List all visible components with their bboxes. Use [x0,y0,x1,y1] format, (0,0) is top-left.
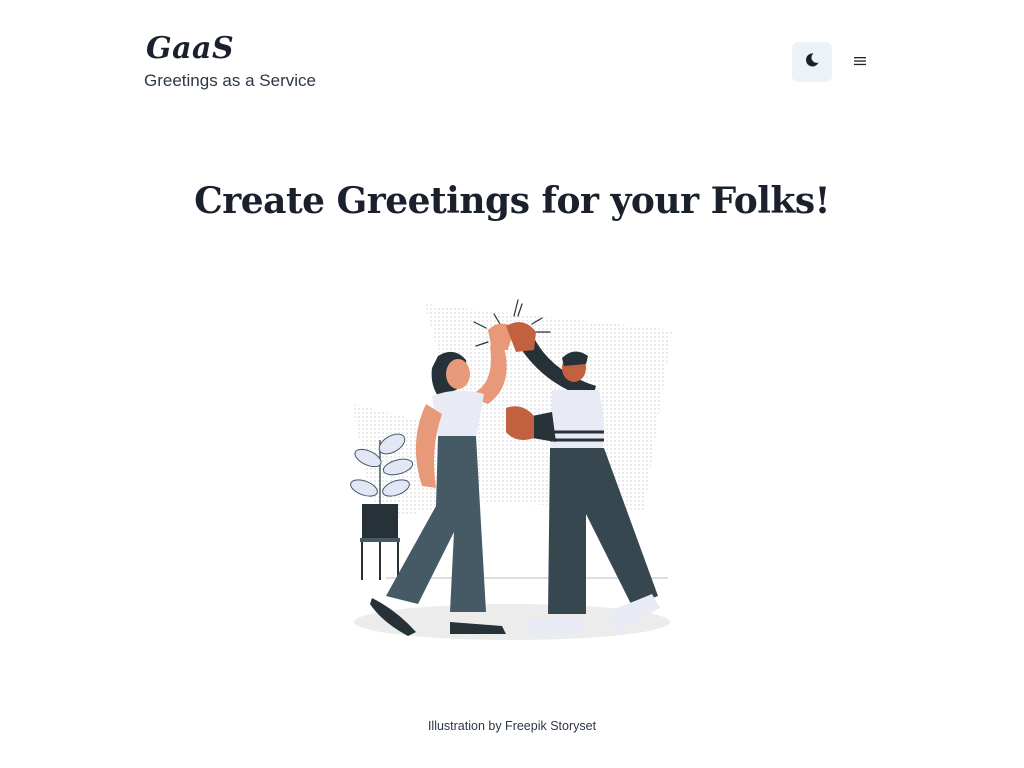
brand[interactable]: GaaS Greetings as a Service [144,30,316,92]
menu-button[interactable] [844,42,876,82]
theme-toggle-button[interactable] [792,42,832,82]
brand-title[interactable]: GaaS [146,30,316,68]
page-title: Create Greetings for your Folks! [194,180,830,222]
brand-subtitle: Greetings as a Service [144,71,316,90]
moon-icon [804,52,820,73]
page: GaaS Greetings as a Service Create Greet… [0,0,1024,768]
hamburger-menu-icon [854,53,866,71]
illustration-credit: Illustration by Freepik Storyset [427,719,597,733]
high-five-illustration [346,292,678,648]
